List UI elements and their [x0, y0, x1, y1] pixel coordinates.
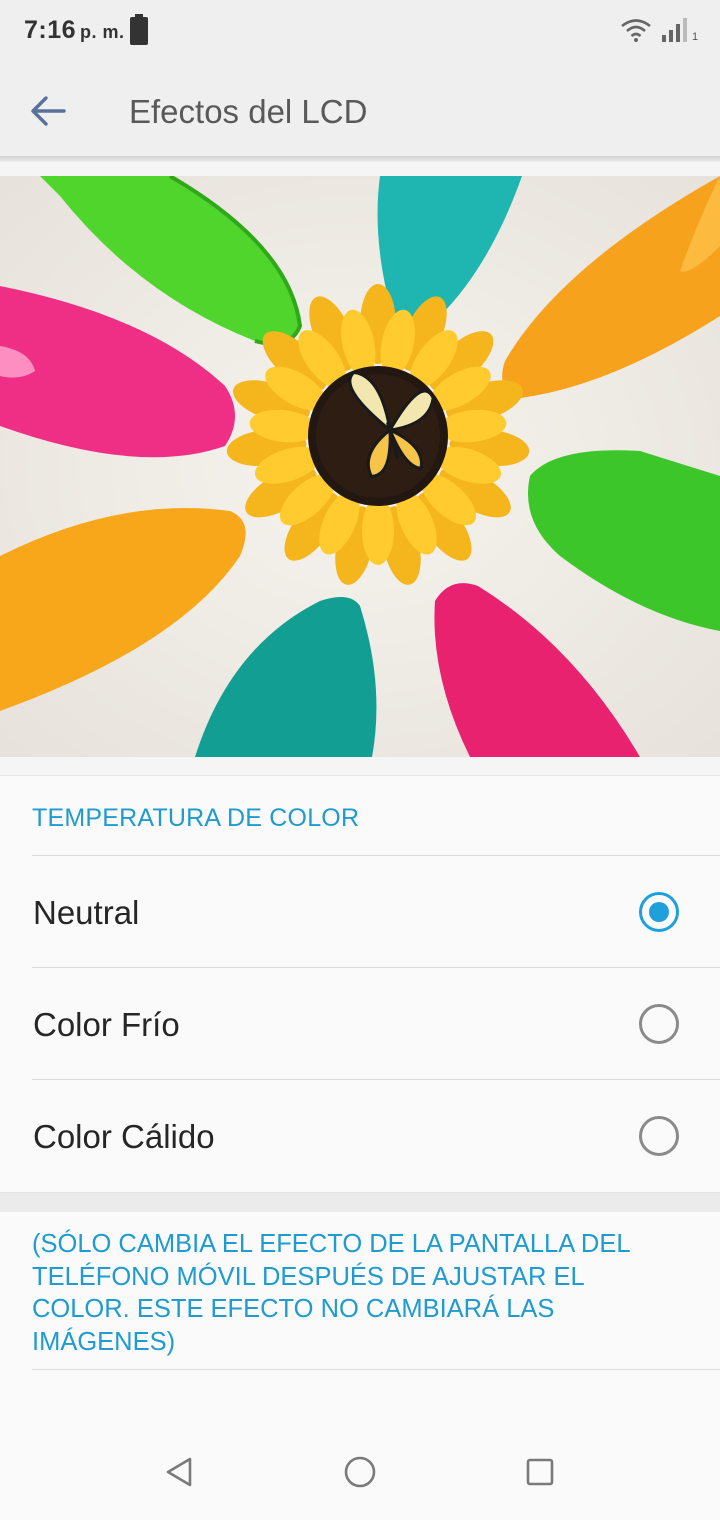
- status-bar: 7:16 p. m. 1: [0, 0, 720, 62]
- nav-recents-icon[interactable]: [520, 1452, 560, 1492]
- radio-neutral[interactable]: [639, 892, 679, 932]
- back-arrow-icon: [31, 96, 66, 126]
- status-time-value: 7:16: [24, 16, 77, 44]
- radio-color-calido[interactable]: [639, 1116, 679, 1156]
- option-color-calido[interactable]: Color Cálido: [0, 1080, 720, 1191]
- note-text: (SÓLO CAMBIA EL EFECTO DE LA PANTALLA DE…: [32, 1230, 630, 1356]
- status-time: 7:16 p. m.: [24, 16, 125, 45]
- wifi-icon: [621, 19, 651, 42]
- app-bar: Efectos del LCD: [0, 62, 720, 158]
- nav-back-icon[interactable]: [160, 1452, 200, 1492]
- battery-icon: [130, 14, 148, 45]
- app-bar-shadow: [0, 156, 720, 162]
- option-neutral[interactable]: Neutral: [0, 856, 720, 967]
- option-label-color-calido: Color Cálido: [33, 1118, 215, 1155]
- preview-image: [0, 176, 720, 757]
- color-temperature-panel: TEMPERATURA DE COLOR Neutral Color Frío …: [0, 775, 720, 1192]
- signal-icon: [662, 18, 687, 42]
- section-header: TEMPERATURA DE COLOR: [32, 804, 360, 832]
- sim-number: 1: [692, 31, 699, 43]
- sunflower-butterfly-preview: [0, 176, 720, 757]
- radio-color-frio[interactable]: [639, 1004, 679, 1044]
- page-title: Efectos del LCD: [129, 93, 368, 130]
- back-button[interactable]: [20, 86, 76, 136]
- divider: [32, 1369, 720, 1370]
- section-gap: [0, 1192, 720, 1212]
- navigation-bar: [0, 1424, 720, 1520]
- nav-home-icon[interactable]: [340, 1452, 380, 1492]
- option-label-neutral: Neutral: [33, 894, 140, 931]
- option-label-color-frio: Color Frío: [33, 1006, 180, 1043]
- status-time-ampm: p. m.: [80, 22, 125, 42]
- option-color-frio[interactable]: Color Frío: [0, 968, 720, 1079]
